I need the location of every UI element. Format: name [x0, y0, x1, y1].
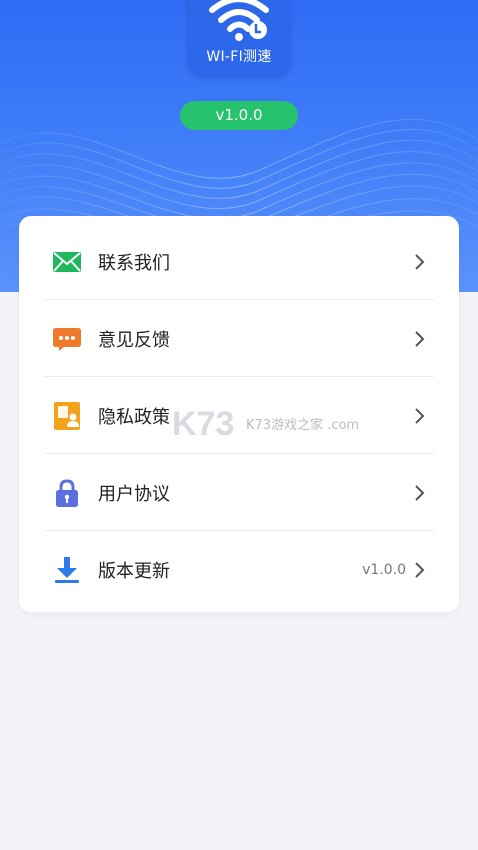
app-name: WI-FI测速	[206, 49, 272, 65]
menu-item-contact-us[interactable]: 联系我们	[44, 223, 434, 300]
chevron-right-icon	[415, 330, 425, 347]
menu-item-version-update[interactable]: 版本更新 v1.0.0	[44, 531, 434, 608]
menu-item-label: 意见反馈	[98, 329, 170, 351]
menu-item-label: 版本更新	[98, 560, 170, 582]
lock-icon	[52, 478, 82, 508]
chevron-right-icon	[415, 484, 425, 501]
wifi-icon	[209, 0, 269, 41]
chevron-right-icon	[415, 407, 425, 424]
menu-item-label: 隐私政策	[98, 406, 170, 428]
app-logo: WI-FI测速	[188, 0, 290, 76]
menu-item-label: 联系我们	[98, 252, 170, 274]
version-badge: v1.0.0	[180, 101, 298, 130]
chevron-right-icon	[415, 561, 425, 578]
chevron-right-icon	[415, 253, 425, 270]
menu-item-feedback[interactable]: 意见反馈	[44, 300, 434, 377]
menu-item-user-agreement[interactable]: 用户协议	[44, 454, 434, 531]
chat-bubble-icon	[52, 324, 82, 354]
mail-icon	[52, 247, 82, 277]
menu-card: 联系我们 意见反馈 隐私政策 用户协议 版本更新 v1.0.0	[19, 216, 459, 612]
current-version: v1.0.0	[362, 561, 406, 578]
menu-item-label: 用户协议	[98, 483, 170, 505]
menu-item-privacy-policy[interactable]: 隐私政策	[44, 377, 434, 454]
download-icon	[52, 555, 82, 585]
privacy-document-icon	[52, 401, 82, 431]
